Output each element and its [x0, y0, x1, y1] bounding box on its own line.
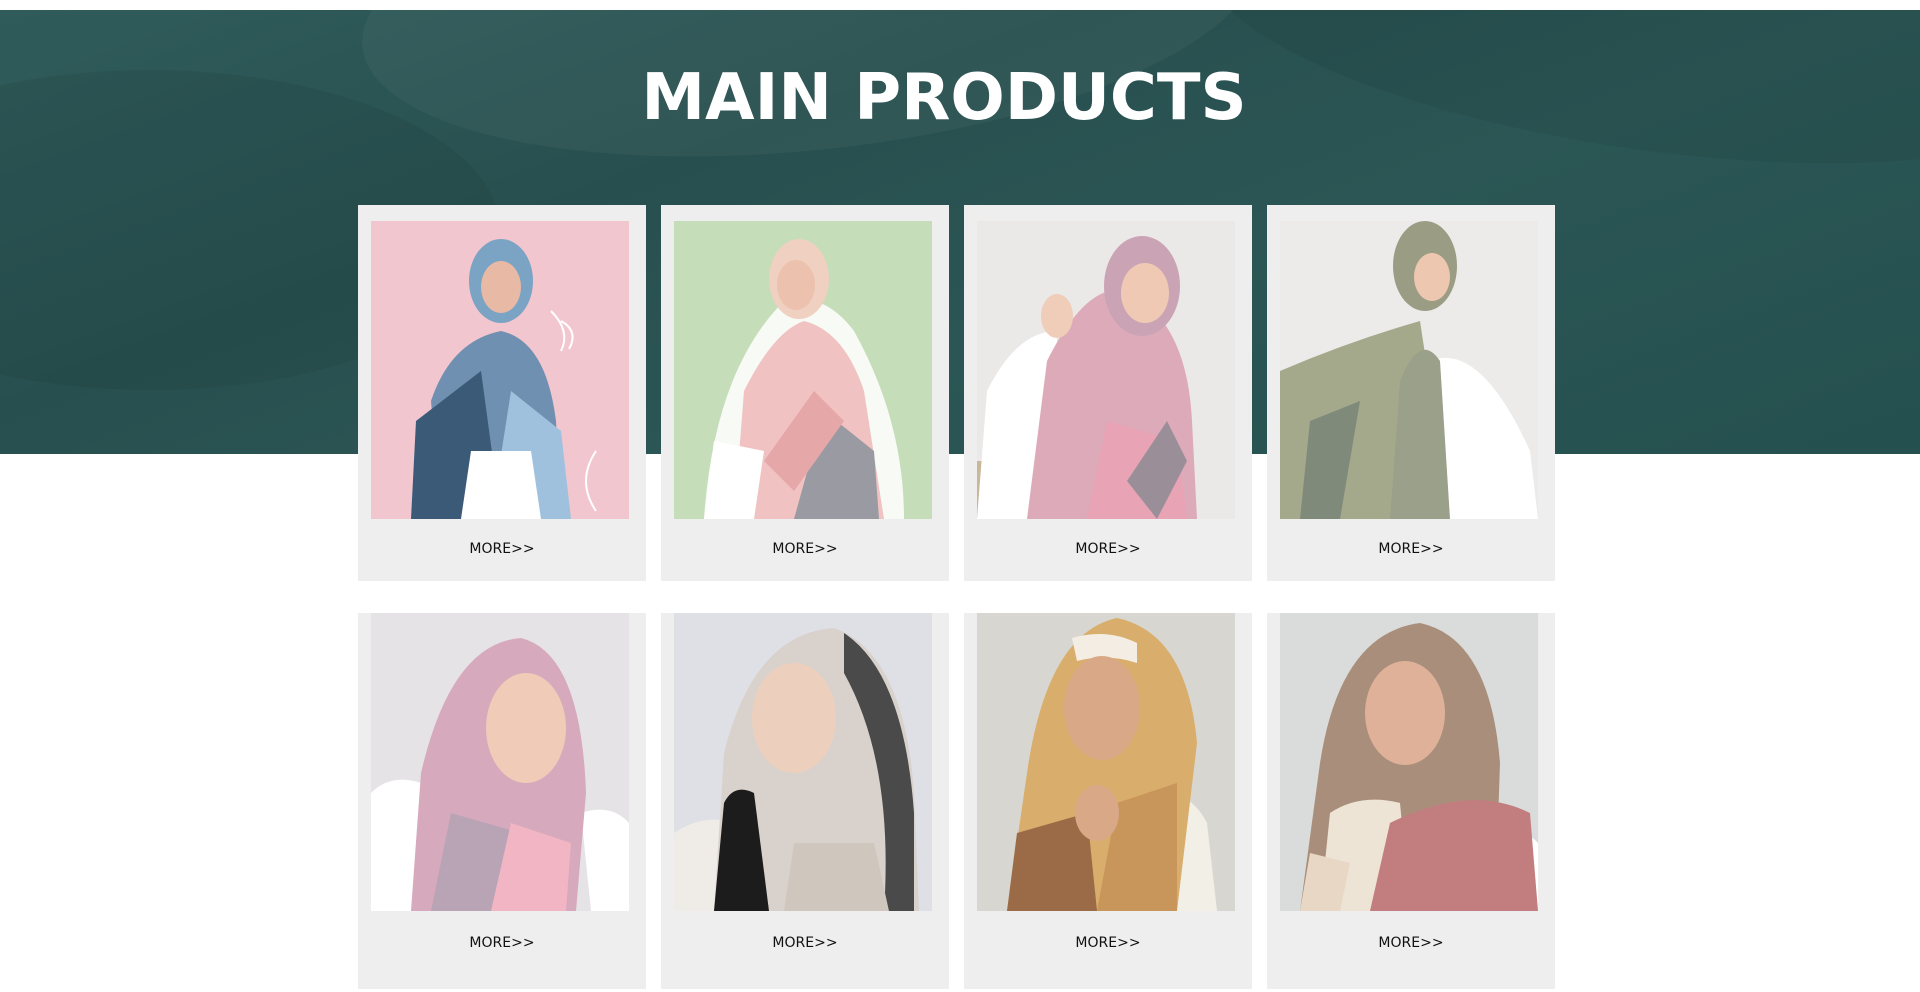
- more-link[interactable]: MORE>>: [964, 935, 1252, 951]
- product-card[interactable]: MORE>>: [358, 205, 646, 581]
- product-image[interactable]: [674, 221, 932, 519]
- more-link[interactable]: MORE>>: [661, 541, 949, 557]
- more-link[interactable]: MORE>>: [964, 541, 1252, 557]
- more-link[interactable]: MORE>>: [1267, 935, 1555, 951]
- more-link[interactable]: MORE>>: [358, 541, 646, 557]
- product-photo-8: [1280, 613, 1538, 911]
- more-link[interactable]: MORE>>: [1267, 541, 1555, 557]
- product-photo-2: [674, 221, 932, 519]
- product-card[interactable]: MORE>>: [661, 205, 949, 581]
- product-card[interactable]: MORE>>: [1267, 613, 1555, 989]
- product-image[interactable]: [977, 613, 1235, 911]
- more-link[interactable]: MORE>>: [358, 935, 646, 951]
- section-banner: MAIN PRODUCTS: [0, 10, 1920, 454]
- product-photo-6: [674, 613, 932, 911]
- product-card[interactable]: MORE>>: [964, 613, 1252, 989]
- product-card[interactable]: MORE>>: [358, 613, 646, 989]
- product-photo-5: [371, 613, 629, 911]
- product-image[interactable]: [1280, 221, 1538, 519]
- product-photo-1: [371, 221, 629, 519]
- product-image[interactable]: [977, 221, 1235, 519]
- product-image[interactable]: [674, 613, 932, 911]
- product-card[interactable]: MORE>>: [964, 205, 1252, 581]
- product-image[interactable]: [371, 613, 629, 911]
- product-card[interactable]: MORE>>: [661, 613, 949, 989]
- more-link[interactable]: MORE>>: [661, 935, 949, 951]
- product-photo-3: [977, 221, 1235, 519]
- section-title: MAIN PRODUCTS: [641, 61, 1247, 135]
- product-photo-7: [977, 613, 1235, 911]
- product-card[interactable]: MORE>>: [1267, 205, 1555, 581]
- product-photo-4: [1280, 221, 1538, 519]
- top-strip: [0, 0, 1920, 10]
- product-image[interactable]: [1280, 613, 1538, 911]
- product-image[interactable]: [371, 221, 629, 519]
